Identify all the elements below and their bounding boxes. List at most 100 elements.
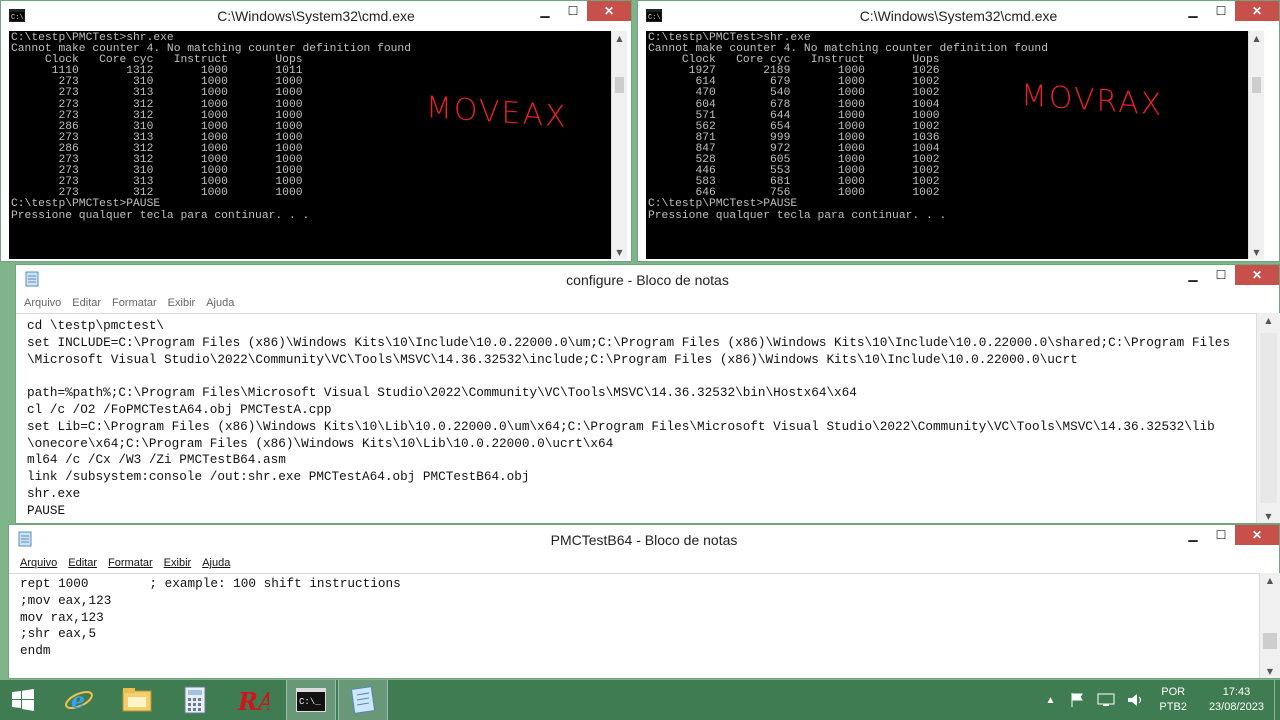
text-line: endm	[20, 643, 51, 659]
ra-app-icon[interactable]: RA	[228, 680, 278, 720]
console-line: C:\testp\PMCTest>PAUSE	[648, 198, 798, 211]
close-button[interactable]: ✕	[587, 1, 631, 21]
notepad-b64-text-area[interactable]: rept 1000 ; example: 100 shift instructi…	[9, 573, 1259, 678]
scroll-down-arrow-icon[interactable]: ▼	[612, 245, 627, 259]
text-line: link /subsystem:console /out:shr.exe PMC…	[27, 469, 530, 485]
cmd-left-titlebar[interactable]: C:\ C:\Windows\System32\cmd.exe ▁ ☐ ✕	[1, 1, 631, 31]
svg-text:C:\_: C:\_	[299, 697, 321, 707]
notepad-configure-titlebar[interactable]: configure - Bloco de notas ▁ ☐ ✕	[16, 265, 1279, 295]
clock[interactable]: 17:43 23/08/2023	[1209, 685, 1264, 715]
language-top: POR	[1161, 686, 1186, 698]
scroll-up-arrow-icon[interactable]: ▲	[1249, 31, 1264, 45]
cmd-icon: C:\	[9, 9, 25, 22]
windows-logo-icon	[12, 689, 34, 711]
maximize-button[interactable]: ☐	[1207, 265, 1235, 285]
notepad-configure-scrollbar[interactable]: ▲ ▼	[1256, 313, 1280, 523]
maximize-button[interactable]: ☐	[1207, 1, 1235, 21]
text-line: shr.exe	[27, 485, 81, 501]
tray-expand-icon[interactable]: ▲	[1046, 695, 1056, 706]
scroll-up-arrow-icon[interactable]: ▲	[1257, 313, 1280, 327]
menu-exibir[interactable]: Exibir	[164, 557, 192, 569]
notepad-icon	[18, 531, 32, 547]
clock-time: 17:43	[1222, 686, 1251, 698]
svg-text:RA: RA	[237, 687, 269, 714]
notepad-configure-window[interactable]: configure - Bloco de notas ▁ ☐ ✕ Arquivo…	[15, 264, 1280, 524]
menu-formatar[interactable]: Formatar	[112, 297, 157, 309]
scroll-thumb[interactable]	[1252, 77, 1261, 93]
minimize-button[interactable]: ▁	[1179, 1, 1207, 21]
notepad-b64-menubar: Arquivo Editar Formatar Exibir Ajuda	[9, 553, 1279, 573]
file-explorer-icon[interactable]	[112, 680, 162, 720]
ie-logo-icon: e	[65, 688, 93, 714]
minimize-button[interactable]: ▁	[1179, 265, 1207, 285]
taskbar: e RA C:\_ ▲ POR PTB2 17:43 23/08/2023	[0, 680, 1280, 720]
menu-arquivo[interactable]: Arquivo	[20, 557, 57, 569]
text-line: set INCLUDE=C:\Program Files (x86)\Windo…	[27, 334, 1230, 350]
minimize-button[interactable]: ▁	[531, 1, 559, 21]
scroll-up-arrow-icon[interactable]: ▲	[1260, 573, 1280, 587]
notepad-icon	[25, 271, 39, 287]
scroll-thumb[interactable]	[1263, 633, 1277, 649]
cmd-left-output: C:\testp\PMCTest>shr.exe Cannot make coun…	[9, 31, 611, 259]
text-line: cd \testp\pmctest\	[27, 318, 165, 333]
notepad-b64-scrollbar[interactable]: ▲ ▼	[1259, 573, 1280, 678]
notepad-configure-text-area[interactable]: cd \testp\pmctest\ set INCLUDE=C:\Program…	[16, 313, 1256, 523]
folder-icon	[122, 688, 152, 712]
scroll-down-arrow-icon[interactable]: ▼	[1260, 664, 1280, 678]
notepad-icon	[350, 686, 376, 714]
menu-ajuda[interactable]: Ajuda	[206, 297, 234, 309]
console-line: Pressione qualquer tecla para continuar.…	[11, 209, 310, 222]
svg-text:e: e	[71, 688, 85, 714]
minimize-button[interactable]: ▁	[1179, 525, 1207, 545]
start-button[interactable]	[0, 680, 46, 720]
cmd-left-title: C:\Windows\System32\cmd.exe	[217, 8, 415, 24]
cmd-window-left[interactable]: C:\ C:\Windows\System32\cmd.exe ▁ ☐ ✕ C:…	[0, 0, 632, 262]
close-button[interactable]: ✕	[1235, 1, 1279, 21]
notepad-b64-window[interactable]: PMCTestB64 - Bloco de notas ▁ ☐ ✕ Arquiv…	[8, 524, 1280, 679]
maximize-button[interactable]: ☐	[1207, 525, 1235, 545]
language-indicator[interactable]: POR PTB2	[1159, 685, 1187, 715]
terminal-icon: C:\_	[296, 688, 326, 712]
text-line: ;mov eax,123	[20, 592, 112, 608]
menu-exibir[interactable]: Exibir	[168, 297, 196, 309]
text-line: ml64 /c /Cx /W3 /Zi PMCTestB64.asm	[27, 452, 286, 468]
calculator-icon[interactable]	[170, 680, 220, 720]
close-button[interactable]: ✕	[1235, 525, 1279, 545]
close-button[interactable]: ✕	[1235, 265, 1279, 285]
notepad-b64-title: PMCTestB64 - Bloco de notas	[550, 532, 738, 548]
menu-arquivo[interactable]: Arquivo	[24, 297, 61, 309]
cmd-icon: C:\	[646, 9, 662, 22]
clock-date: 23/08/2023	[1208, 701, 1264, 713]
notepad-b64-titlebar[interactable]: PMCTestB64 - Bloco de notas ▁ ☐ ✕	[9, 525, 1279, 555]
scroll-thumb[interactable]	[615, 77, 624, 93]
cmd-right-scrollbar[interactable]: ▲ ▼	[1248, 31, 1264, 259]
cmd-right-title: C:\Windows\System32\cmd.exe	[859, 8, 1058, 24]
flag-icon[interactable]	[1069, 692, 1085, 708]
scroll-up-arrow-icon[interactable]: ▲	[612, 31, 627, 45]
cmd-left-scrollbar[interactable]: ▲ ▼	[611, 31, 627, 259]
maximize-button[interactable]: ☐	[559, 1, 587, 21]
show-desktop-button[interactable]	[1274, 680, 1280, 720]
menu-editar[interactable]: Editar	[68, 557, 97, 569]
notepad-configure-title: configure - Bloco de notas	[566, 272, 729, 288]
network-icon[interactable]	[1097, 693, 1115, 707]
notepad-taskbar-icon[interactable]	[338, 680, 388, 720]
speaker-icon[interactable]	[1127, 693, 1145, 707]
scroll-thumb[interactable]	[1260, 333, 1277, 503]
scroll-down-arrow-icon[interactable]: ▼	[1249, 245, 1264, 259]
text-line: set Lib=C:\Program Files (x86)\Windows K…	[27, 418, 1215, 434]
ra-logo-icon: RA	[237, 687, 269, 714]
cmd-window-right[interactable]: C:\ C:\Windows\System32\cmd.exe ▁ ☐ ✕ C:…	[637, 0, 1280, 262]
menu-editar[interactable]: Editar	[72, 297, 101, 309]
text-line: path=%path%;C:\Program Files\Microsoft V…	[27, 385, 857, 401]
text-line: rept 1000 ; example: 100 shift instructi…	[20, 576, 401, 591]
cmd-taskbar-icon[interactable]: C:\_	[286, 680, 336, 720]
internet-explorer-icon[interactable]: e	[54, 680, 104, 720]
text-line: mov rax,123	[20, 609, 104, 625]
menu-formatar[interactable]: Formatar	[108, 557, 153, 569]
scroll-down-arrow-icon[interactable]: ▼	[1257, 509, 1280, 523]
svg-text:C:\: C:\	[11, 14, 24, 22]
cmd-right-output: C:\testp\PMCTest>shr.exe Cannot make coun…	[646, 31, 1248, 259]
cmd-right-titlebar[interactable]: C:\ C:\Windows\System32\cmd.exe ▁ ☐ ✕	[638, 1, 1279, 31]
menu-ajuda[interactable]: Ajuda	[202, 557, 230, 569]
